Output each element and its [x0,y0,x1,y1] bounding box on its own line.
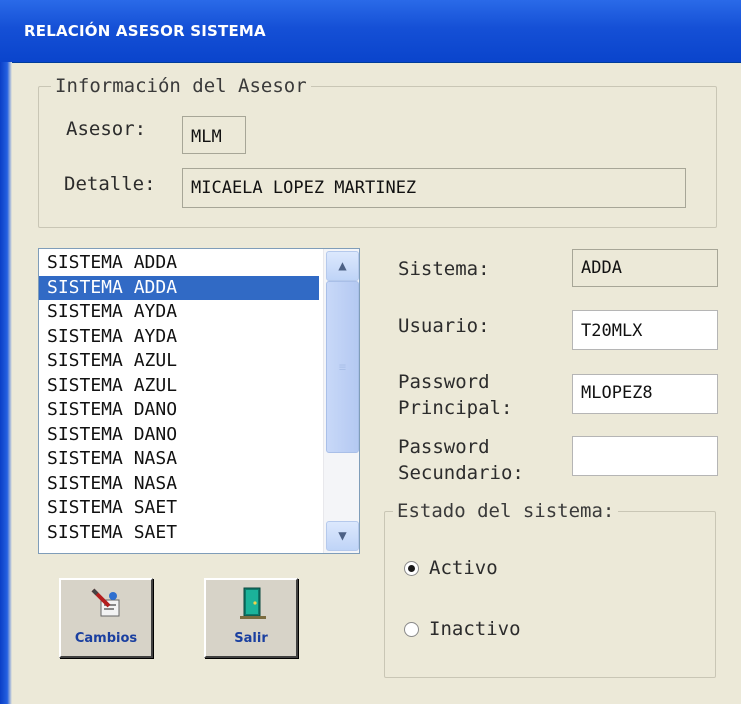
cambios-label: Cambios [74,631,138,646]
salir-label: Salir [234,631,268,646]
password-secundario-label-2: Secundario: [398,462,524,484]
password-principal-input[interactable]: MLOPEZ8 [572,374,718,414]
usuario-label: Usuario: [398,315,490,337]
usuario-input[interactable]: T20MLX [572,310,718,350]
edit-document-icon [89,586,125,626]
estado-legend: Estado del sistema: [393,500,619,522]
list-item[interactable]: SISTEMA SAET [39,521,319,546]
scroll-thumb[interactable]: ≡ [326,281,359,453]
asesor-label: Asesor: [66,118,147,140]
exit-door-icon [236,586,270,626]
activo-label: Activo [429,557,498,579]
inactivo-radio-dot[interactable] [404,622,419,637]
cambios-button[interactable]: Cambios [59,578,153,658]
password-secundario-label-1: Password [398,436,490,458]
list-item[interactable]: SISTEMA AYDA [39,325,319,350]
password-principal-label-1: Password [398,371,490,393]
activo-radio-dot[interactable] [404,561,419,576]
scroll-up-button[interactable]: ▲ [326,251,359,281]
list-scrollbar[interactable]: ▲ ≡ ▼ [323,249,359,553]
list-item[interactable]: SISTEMA SAET [39,496,319,521]
list-item[interactable]: SISTEMA NASA [39,472,319,497]
salir-button[interactable]: Salir [204,578,298,658]
list-item[interactable]: SISTEMA DANO [39,423,319,448]
password-secundario-input[interactable] [572,436,718,476]
sistema-field[interactable]: ADDA [572,249,718,287]
sistema-label: Sistema: [398,258,490,280]
detalle-label: Detalle: [64,173,156,195]
asesor-field[interactable]: MLM [182,116,246,154]
list-item[interactable]: SISTEMA ADDA [39,275,319,300]
list-item[interactable]: SISTEMA AZUL [39,349,319,374]
estado-group: Estado del sistema: [384,500,716,678]
window-titlebar: RELACIÓN ASESOR SISTEMA [0,0,741,63]
systems-list: SISTEMA ADDA SISTEMA ADDA SISTEMA AYDA SIST… [39,251,319,545]
window-title: RELACIÓN ASESOR SISTEMA [24,22,266,40]
window-frame-left [0,62,12,704]
list-item[interactable]: SISTEMA AYDA [39,300,319,325]
inactivo-radio[interactable]: Inactivo [404,618,521,640]
list-item[interactable]: SISTEMA ADDA [39,251,319,276]
list-item[interactable]: SISTEMA DANO [39,398,319,423]
password-principal-label-2: Principal: [398,397,513,419]
activo-radio[interactable]: Activo [404,557,498,579]
list-item[interactable]: SISTEMA AZUL [39,374,319,399]
detalle-field[interactable]: MICAELA LOPEZ MARTINEZ [182,168,686,208]
inactivo-label: Inactivo [429,618,521,640]
list-item[interactable]: SISTEMA NASA [39,447,319,472]
scroll-down-button[interactable]: ▼ [326,521,359,551]
systems-listbox[interactable]: SISTEMA ADDA SISTEMA ADDA SISTEMA AYDA SIST… [38,248,360,554]
asesor-info-legend: Información del Asesor [51,75,311,97]
